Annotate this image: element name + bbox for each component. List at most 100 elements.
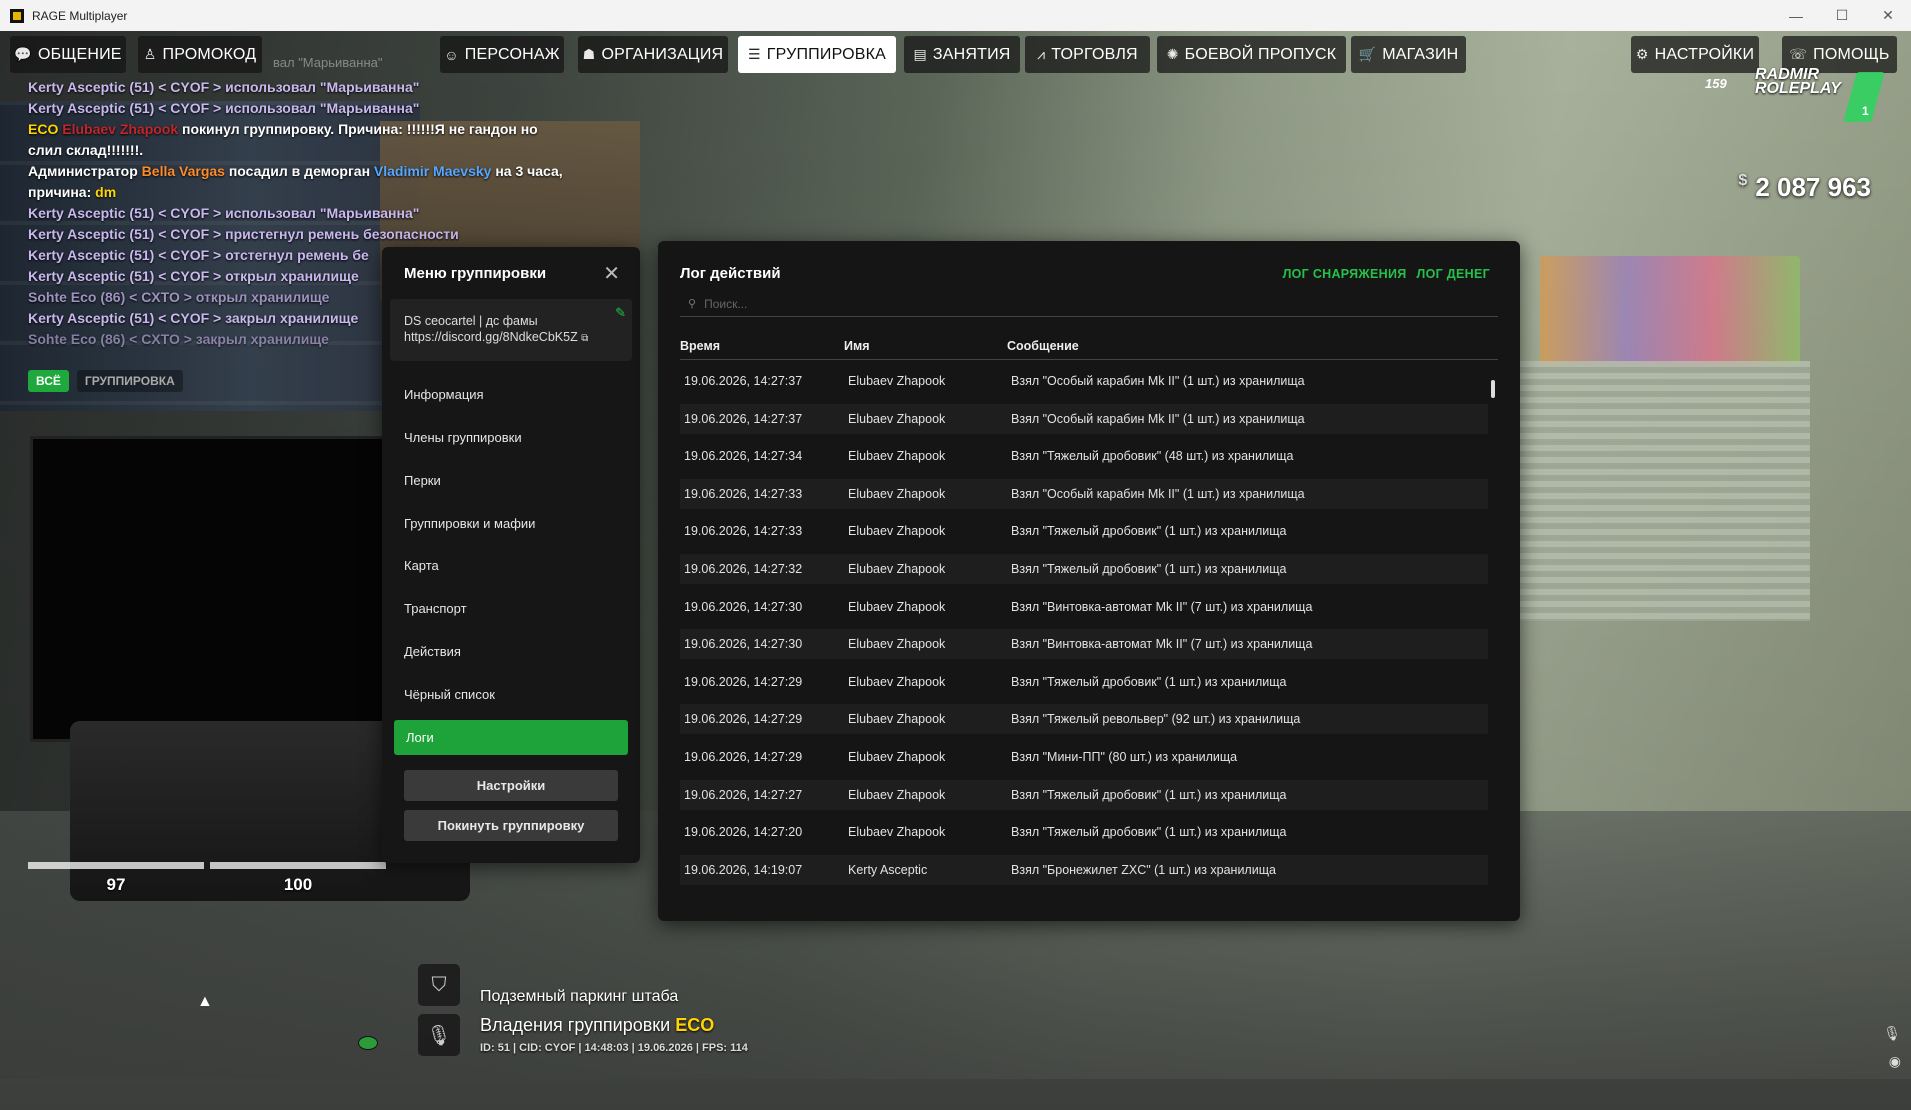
shield-icon: ⛉ bbox=[418, 964, 460, 1006]
chat-tab-all[interactable]: ВСЁ bbox=[28, 370, 69, 392]
organization-icon: ☗ bbox=[582, 46, 596, 62]
row-message: Взял "Особый карабин Mk II" (1 шт.) из х… bbox=[1011, 411, 1305, 426]
discord-link: https://discord.gg/8NdkeCbK5Z bbox=[404, 330, 578, 344]
chat-line: Kerty Asceptic (51) < CYOF > использовал… bbox=[28, 100, 420, 116]
tab-label: ПЕРСОНАЖ bbox=[464, 45, 560, 63]
row-message: Взял "Тяжелый дробовик" (1 шт.) из храни… bbox=[1011, 674, 1287, 689]
territory-prefix: Владения группировки bbox=[480, 1015, 676, 1035]
column-message: Сообщение bbox=[1007, 339, 1079, 353]
search-input[interactable]: Поиск... bbox=[704, 297, 747, 311]
chat-text: причина: bbox=[28, 184, 96, 200]
background-shutter bbox=[1510, 361, 1810, 621]
sun-icon: ✺ bbox=[1166, 46, 1179, 62]
tab-organization[interactable]: ☗ ОРГАНИЗАЦИЯ bbox=[578, 36, 728, 73]
leave-group-button[interactable]: Покинуть группировку bbox=[404, 810, 618, 841]
menu-item-perks[interactable]: Перки bbox=[404, 473, 441, 488]
row-message: Взял "Винтовка-автомат Mk II" (7 шт.) из… bbox=[1011, 599, 1313, 614]
close-window-button[interactable]: ✕ bbox=[1865, 0, 1911, 31]
menu-item-groups-mafias[interactable]: Группировки и мафии bbox=[404, 516, 535, 531]
row-time: 19.06.2026, 14:27:30 bbox=[684, 637, 803, 652]
log-search[interactable]: ⚲ Поиск... bbox=[680, 291, 1498, 317]
table-row: 19.06.2026, 14:19:07 Kerty Asceptic Взял "… bbox=[680, 854, 1488, 885]
chat-admin-name: Bella Vargas bbox=[141, 163, 225, 179]
tab-activities[interactable]: ▤ ЗАНЯТИЯ bbox=[904, 36, 1020, 73]
armor-bar bbox=[210, 862, 386, 869]
log-scrollbar[interactable] bbox=[1491, 380, 1495, 398]
tab-label: ЗАНЯТИЯ bbox=[932, 45, 1011, 63]
row-name: Elubaev Zhapook bbox=[848, 374, 946, 388]
table-row: 19.06.2026, 14:27:29 Elubaev Zhapook Взял … bbox=[680, 742, 1488, 772]
row-time: 19.06.2026, 14:27:37 bbox=[684, 374, 803, 388]
ghost-chat-text: вал "Марьиванна" bbox=[273, 55, 383, 70]
menu-item-logs[interactable]: Логи bbox=[394, 720, 628, 755]
background-graffiti bbox=[1540, 256, 1800, 366]
row-time: 19.06.2026, 14:27:30 bbox=[684, 599, 803, 614]
chat-line: слил склад!!!!!!!. bbox=[28, 142, 144, 158]
armor-indicator: 100 bbox=[210, 862, 386, 895]
row-time: 19.06.2026, 14:27:33 bbox=[684, 486, 803, 501]
row-message: Взял "Тяжелый дробовик" (1 шт.) из храни… bbox=[1011, 561, 1287, 576]
tab-label: ПРОМОКОД bbox=[162, 45, 257, 63]
cart-icon: 🛒 bbox=[1358, 46, 1377, 62]
close-icon[interactable]: ✕ bbox=[603, 261, 620, 286]
tab-label: НАСТРОЙКИ bbox=[1654, 45, 1755, 63]
chat-text: Администратор bbox=[28, 163, 142, 179]
row-time: 19.06.2026, 14:27:32 bbox=[684, 561, 803, 576]
player-info: ID: 51 | CID: CYOF | 14:48:03 | 19.06.20… bbox=[480, 1042, 748, 1054]
tab-label: ТОРГОВЛЯ bbox=[1051, 45, 1138, 63]
tab-character[interactable]: ☺ ПЕРСОНАЖ bbox=[440, 36, 564, 73]
tab-label: ОБЩЕНИЕ bbox=[37, 45, 122, 63]
table-row: 19.06.2026, 14:27:27 Elubaev Zhapook Взял … bbox=[680, 779, 1488, 810]
tab-chat[interactable]: 💬 ОБЩЕНИЕ bbox=[10, 36, 126, 73]
chat-filter-tabs: ВСЁ ГРУППИРОВКА bbox=[28, 370, 183, 392]
territory-owner: Владения группировки ECO bbox=[480, 1015, 714, 1036]
menu-item-map[interactable]: Карта bbox=[404, 558, 439, 573]
tab-group[interactable]: ☰ ГРУППИРОВКА bbox=[738, 36, 896, 73]
row-time: 19.06.2026, 14:27:37 bbox=[684, 411, 803, 426]
user-circle-icon: ☺ bbox=[444, 46, 459, 63]
money-log-link[interactable]: ЛОГ ДЕНЕГ bbox=[1417, 267, 1490, 281]
microphone-icon[interactable]: 🎙 bbox=[418, 1014, 460, 1056]
minimize-button[interactable]: — bbox=[1773, 0, 1819, 31]
group-menu-title: Меню группировки bbox=[404, 265, 547, 282]
list-icon: ▤ bbox=[913, 46, 927, 62]
row-message: Взял "Тяжелый дробовик" (1 шт.) из храни… bbox=[1011, 825, 1287, 840]
menu-item-members[interactable]: Члены группировки bbox=[404, 430, 522, 445]
row-name: Elubaev Zhapook bbox=[848, 637, 946, 652]
chat-line: Kerty Asceptic (51) < CYOF > использовал… bbox=[28, 205, 420, 221]
server-number: 1 bbox=[1862, 104, 1869, 118]
tab-settings[interactable]: ⚙ НАСТРОЙКИ bbox=[1631, 36, 1759, 73]
copy-icon[interactable]: ⧉ bbox=[581, 333, 588, 344]
location-name: Подземный паркинг штаба bbox=[480, 988, 679, 1005]
menu-item-transport[interactable]: Транспорт bbox=[404, 601, 467, 616]
maximize-button[interactable]: ☐ bbox=[1819, 0, 1865, 31]
action-log-panel: Лог действий ЛОГ СНАРЯЖЕНИЯ ЛОГ ДЕНЕГ ⚲ … bbox=[658, 241, 1520, 921]
voice-mic-icon: 🎙 bbox=[1883, 1025, 1901, 1041]
chat-line: Kerty Asceptic (51) < CYOF > использовал… bbox=[28, 79, 420, 95]
chat-text: посадил в деморган bbox=[224, 163, 374, 179]
window-titlebar: RAGE Multiplayer — ☐ ✕ bbox=[0, 0, 1911, 31]
chat-line: ECO Elubaev Zhapook покинул группировку.… bbox=[28, 119, 628, 140]
window-controls: — ☐ ✕ bbox=[1773, 0, 1911, 31]
equipment-log-link[interactable]: ЛОГ СНАРЯЖЕНИЯ bbox=[1283, 267, 1407, 281]
background-tv bbox=[30, 436, 386, 742]
row-name: Kerty Asceptic bbox=[848, 862, 928, 877]
tab-battle-pass[interactable]: ✺ БОЕВОЙ ПРОПУСК bbox=[1157, 36, 1346, 73]
tab-trade[interactable]: ⩘ ТОРГОВЛЯ bbox=[1025, 36, 1150, 73]
settings-button[interactable]: Настройки bbox=[404, 770, 618, 801]
row-message: Взял "Мини-ПП" (80 шт.) из хранилища bbox=[1011, 749, 1238, 764]
row-name: Elubaev Zhapook bbox=[848, 599, 946, 614]
menu-item-info[interactable]: Информация bbox=[404, 387, 484, 402]
chat-tab-group[interactable]: ГРУППИРОВКА bbox=[76, 370, 183, 392]
row-time: 19.06.2026, 14:27:34 bbox=[684, 449, 803, 464]
menu-item-actions[interactable]: Действия bbox=[404, 644, 461, 659]
row-time: 19.06.2026, 14:27:27 bbox=[684, 787, 803, 802]
tab-label: ГРУППИРОВКА bbox=[766, 45, 887, 63]
tab-promocode[interactable]: ♙ ПРОМОКОД bbox=[138, 36, 262, 73]
row-time: 19.06.2026, 14:27:29 bbox=[684, 712, 803, 727]
tab-shop[interactable]: 🛒 МАГАЗИН bbox=[1351, 36, 1466, 73]
money-display: $2 087 963 bbox=[1738, 172, 1871, 203]
row-name: Elubaev Zhapook bbox=[848, 561, 946, 576]
edit-icon[interactable]: ✎ bbox=[615, 305, 626, 321]
menu-item-blacklist[interactable]: Чёрный список bbox=[404, 687, 495, 702]
